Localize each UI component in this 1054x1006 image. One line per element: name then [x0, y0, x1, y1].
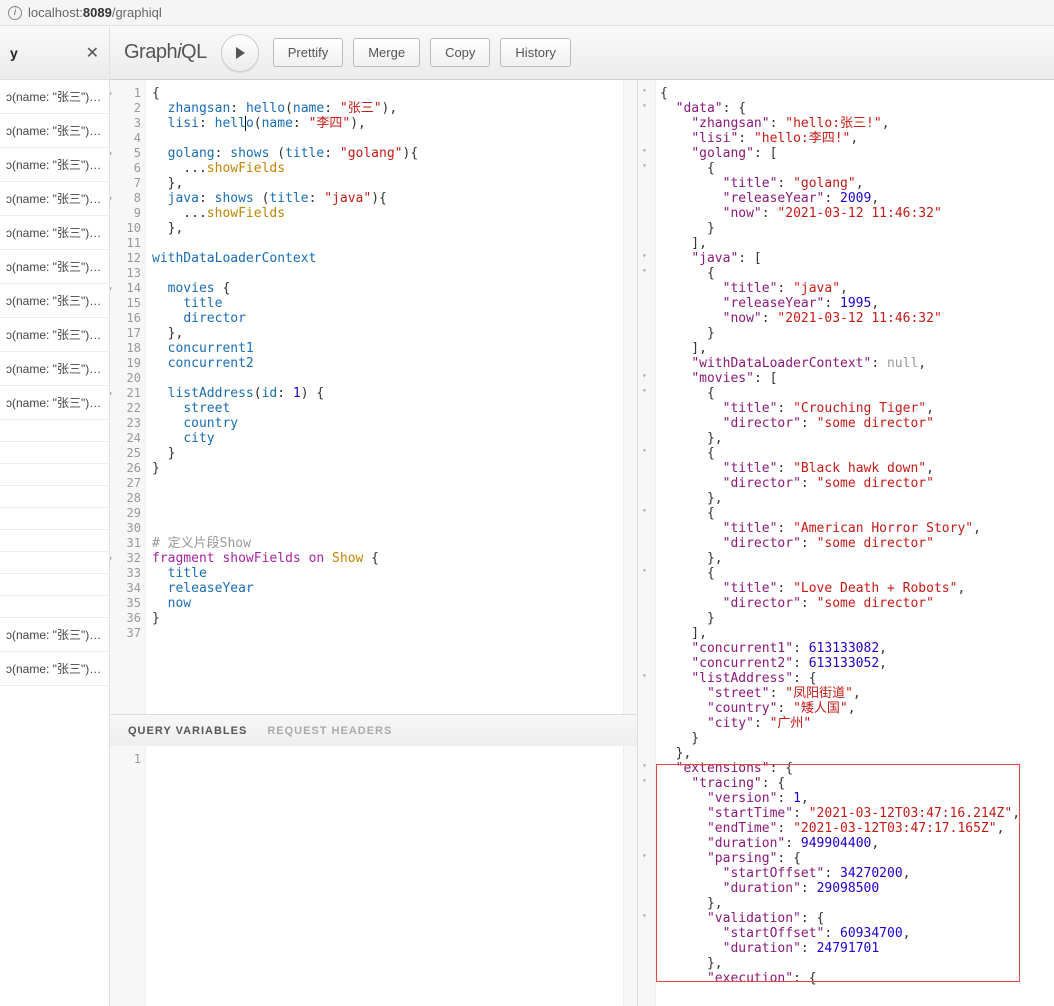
- history-button[interactable]: History: [500, 38, 570, 67]
- info-icon: i: [8, 6, 22, 20]
- history-title: y: [10, 45, 18, 61]
- run-button[interactable]: [221, 34, 259, 72]
- history-item[interactable]: ɔ(name: "张三")…: [0, 652, 109, 686]
- merge-button[interactable]: Merge: [353, 38, 420, 67]
- variables-header: QUERY VARIABLES REQUEST HEADERS: [110, 714, 637, 746]
- history-item[interactable]: ɔ(name: "张三")…: [0, 618, 109, 652]
- tab-query-variables[interactable]: QUERY VARIABLES: [128, 725, 247, 737]
- copy-button[interactable]: Copy: [430, 38, 490, 67]
- left-pane: 1234567891011121314151617181920212223242…: [110, 80, 638, 1006]
- history-list: ɔ(name: "张三")…ɔ(name: "张三")…ɔ(name: "张三"…: [0, 80, 109, 686]
- close-icon[interactable]: ✕: [86, 43, 99, 63]
- history-item[interactable]: ɔ(name: "张三")…: [0, 114, 109, 148]
- history-item[interactable]: ɔ(name: "张三")…: [0, 318, 109, 352]
- prettify-button[interactable]: Prettify: [273, 38, 343, 67]
- history-sidebar: y ✕ ɔ(name: "张三")…ɔ(name: "张三")…ɔ(name: …: [0, 26, 110, 1006]
- result-pane: ▾▾▾▾▾▾▾▾▾▾▾▾▾▾▾▾ { "data": { "zhangsan":…: [638, 80, 1054, 1006]
- variables-code[interactable]: [146, 746, 637, 1006]
- history-item[interactable]: ɔ(name: "张三")…: [0, 148, 109, 182]
- tab-request-headers[interactable]: REQUEST HEADERS: [267, 725, 392, 737]
- result-gutter: ▾▾▾▾▾▾▾▾▾▾▾▾▾▾▾▾: [638, 80, 656, 1006]
- query-code[interactable]: { zhangsan: hello(name: "张三"), lisi: hel…: [146, 80, 637, 714]
- history-item[interactable]: ɔ(name: "张三")…: [0, 250, 109, 284]
- scrollbar-placeholder: [623, 80, 637, 714]
- query-editor[interactable]: 1234567891011121314151617181920212223242…: [110, 80, 637, 714]
- variables-editor[interactable]: 1: [110, 746, 637, 1006]
- history-item[interactable]: ɔ(name: "张三")…: [0, 386, 109, 420]
- history-item[interactable]: ɔ(name: "张三")…: [0, 284, 109, 318]
- history-item[interactable]: ɔ(name: "张三")…: [0, 182, 109, 216]
- topbar: GraphiQL Prettify Merge Copy History: [110, 26, 1054, 80]
- scrollbar-placeholder: [623, 746, 637, 1006]
- result-code: { "data": { "zhangsan": "hello:张三!", "li…: [656, 80, 1054, 1006]
- variables-gutter: 1: [110, 746, 146, 1006]
- history-item[interactable]: ɔ(name: "张三")…: [0, 352, 109, 386]
- history-item[interactable]: ɔ(name: "张三")…: [0, 80, 109, 114]
- history-item[interactable]: ɔ(name: "张三")…: [0, 216, 109, 250]
- history-header: y ✕: [0, 26, 109, 80]
- address-bar: i localhost:8089/graphiql: [0, 0, 1054, 26]
- line-gutter: 1234567891011121314151617181920212223242…: [110, 80, 146, 714]
- graphiql-brand: GraphiQL: [124, 41, 207, 64]
- url-text: localhost:8089/graphiql: [28, 5, 162, 20]
